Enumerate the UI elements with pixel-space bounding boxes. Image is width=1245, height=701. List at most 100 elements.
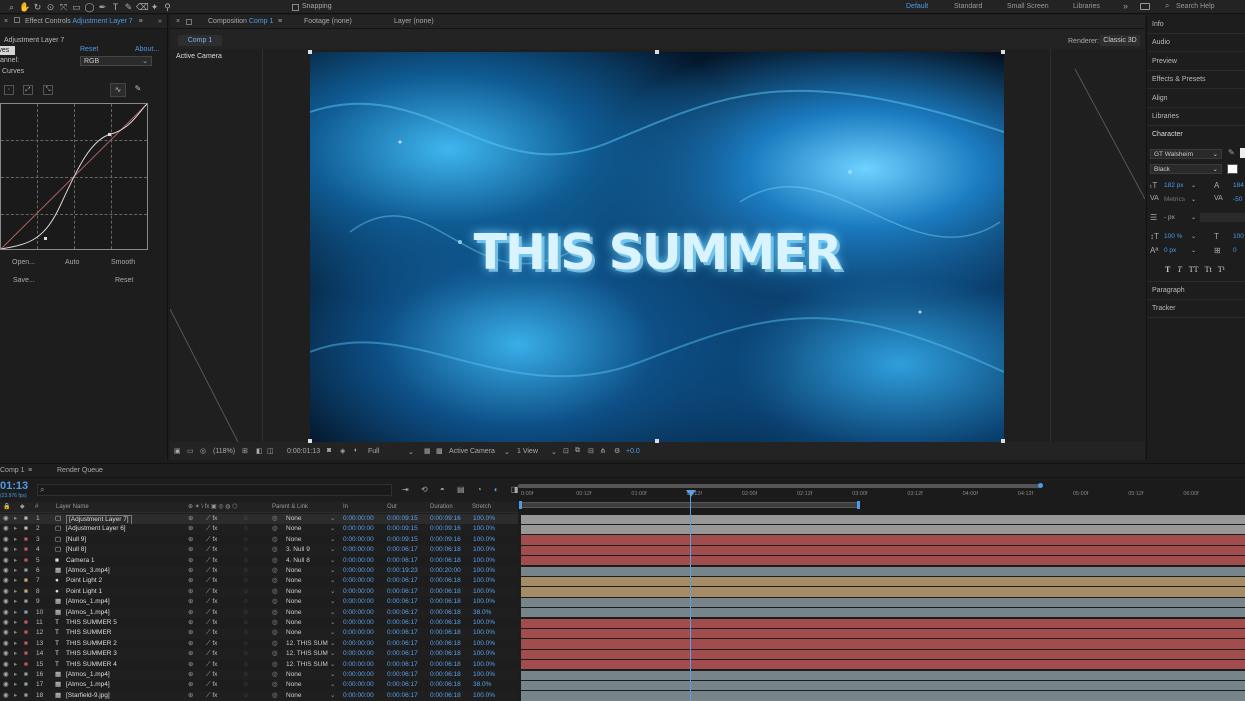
graph-editor-icon[interactable]: ◐ xyxy=(494,485,499,494)
panel-paragraph[interactable]: Paragraph xyxy=(1152,287,1185,294)
resolution-select[interactable]: Full ⌄ xyxy=(368,448,416,456)
eraser-icon[interactable]: ⌫ xyxy=(136,2,149,12)
parent-chevron-icon[interactable]: ⌄ xyxy=(330,514,335,524)
snapping-checkbox[interactable] xyxy=(292,4,299,11)
workspace-default[interactable]: Default xyxy=(906,3,928,10)
reset-exposure-icon[interactable]: ⚙ xyxy=(614,447,620,455)
expand-layer-icon[interactable]: ▸ xyxy=(14,576,17,586)
font-style-select[interactable]: Black ⌄ xyxy=(1150,164,1222,174)
effect-switches[interactable]: ⟋ fx xyxy=(206,608,217,618)
layer-in-point[interactable]: 0:00:00:00 xyxy=(343,618,374,628)
rect-icon[interactable]: ▭ xyxy=(71,2,82,12)
3d-layer-switch[interactable]: ◌ xyxy=(244,608,248,618)
parent-select[interactable]: None xyxy=(286,608,302,618)
parent-select[interactable]: None xyxy=(286,524,302,534)
layer-stretch[interactable]: 100.0% xyxy=(473,524,495,534)
layer-name[interactable]: THIS SUMMER 5 xyxy=(66,618,117,628)
view-select[interactable]: Active Camera ⌄ xyxy=(449,448,511,456)
effect-switches[interactable]: ⟋ fx xyxy=(206,649,217,659)
search-help-input[interactable]: Search Help xyxy=(1176,3,1215,10)
visibility-eye-icon[interactable]: ◉ xyxy=(3,639,9,649)
ellipse-icon[interactable]: ◯ xyxy=(84,2,95,12)
layer-out-point[interactable]: 0:00:06:17 xyxy=(387,670,418,680)
shy-switch[interactable]: ⊕ xyxy=(188,680,193,690)
parent-select[interactable]: None xyxy=(286,566,302,576)
pick-whip-icon[interactable]: ◎ xyxy=(272,556,278,566)
expand-layer-icon[interactable]: ▸ xyxy=(14,556,17,566)
tab-render-queue[interactable]: Render Queue xyxy=(57,464,103,478)
playhead-line[interactable] xyxy=(690,490,691,701)
effect-switches[interactable]: ⟋ fx xyxy=(206,628,217,638)
layer-in-point[interactable]: 0:00:00:00 xyxy=(343,639,374,649)
layer-duration[interactable]: 0:00:06:18 xyxy=(430,639,461,649)
parent-chevron-icon[interactable]: ⌄ xyxy=(330,535,335,545)
layer-out-point[interactable]: 0:00:09:15 xyxy=(387,535,418,545)
monitor-icon[interactable]: ▭ xyxy=(187,447,194,455)
composition-frame[interactable]: THIS SUMMER xyxy=(310,52,1004,442)
layout-select[interactable]: 1 View ⌄ xyxy=(517,448,559,456)
panel-tracker[interactable]: Tracker xyxy=(1152,305,1175,312)
shy-switch[interactable]: ⊕ xyxy=(188,514,193,524)
effect-switches[interactable]: ⟋ fx xyxy=(206,587,217,597)
layer-name[interactable]: THIS SUMMER 3 xyxy=(66,649,117,659)
shy-switch[interactable]: ⊕ xyxy=(188,639,193,649)
close-icon[interactable]: × xyxy=(176,15,180,29)
kerning-value[interactable]: Metrics xyxy=(1164,196,1185,203)
effect-switches[interactable]: ⟋ fx xyxy=(206,545,217,555)
effect-switches[interactable]: ⟋ fx xyxy=(206,680,217,690)
layer-row[interactable]: ◉ ▸ ■ 14 T THIS SUMMER 3 ⊕ ⟋ fx ◌ ◎ 12. THIS SUM ⌄ 0… xyxy=(0,649,518,660)
layer-label-color[interactable]: ■ xyxy=(24,691,28,701)
layer-stretch[interactable]: 100.0% xyxy=(473,691,495,701)
layer-row[interactable]: ◉ ▸ ■ 4 ▢ [Null 8] ⊕ ⟋ fx ◌ ◎ 3. Null 9 ⌄ 0:00:00:00… xyxy=(0,545,518,556)
3d-layer-switch[interactable]: ◌ xyxy=(244,524,248,534)
layer-row[interactable]: ◉ ▸ ■ 1 ▢ [Adjustment Layer 7] ⊕ ⟋ fx ◌ ◎ None ⌄ 0:0… xyxy=(0,514,518,525)
layer-out-point[interactable]: 0:00:09:15 xyxy=(387,514,418,524)
close-icon[interactable]: × xyxy=(4,18,8,25)
search-icon[interactable]: ⌕ xyxy=(6,2,17,12)
layer-label-color[interactable]: ■ xyxy=(24,597,28,607)
pick-whip-icon[interactable]: ◎ xyxy=(272,545,278,555)
renderer-select[interactable]: Classic 3D xyxy=(1100,35,1140,46)
3d-layer-switch[interactable]: ◌ xyxy=(244,535,248,545)
layer-row[interactable]: ◉ ▸ ■ 5 ■ Camera 1 ⊕ ⟋ fx ◌ ◎ 4. Null 8 ⌄ 0:00:00:00… xyxy=(0,555,518,566)
parent-select[interactable]: None xyxy=(286,680,302,690)
visibility-eye-icon[interactable]: ◉ xyxy=(3,535,9,545)
layer-row[interactable]: ◉ ▸ ■ 13 T THIS SUMMER 2 ⊕ ⟋ fx ◌ ◎ 12. THIS SUM ⌄ 0… xyxy=(0,638,518,650)
shy-switch[interactable]: ⊕ xyxy=(188,649,193,659)
parent-select[interactable]: None xyxy=(286,514,302,524)
parent-select[interactable]: 3. Null 9 xyxy=(286,545,310,555)
lock-icon[interactable] xyxy=(14,17,21,23)
grid-icon[interactable]: ⊞ xyxy=(242,447,248,455)
expand-layer-icon[interactable]: ▸ xyxy=(14,660,17,670)
faux-italic-button[interactable]: T xyxy=(1177,265,1181,274)
effect-switches[interactable]: ⟋ fx xyxy=(206,514,217,524)
shy-switch[interactable]: ⊕ xyxy=(188,618,193,628)
expand-layer-icon[interactable]: ▸ xyxy=(14,587,17,597)
font-size-value[interactable]: 182 px xyxy=(1164,182,1184,189)
layer-stretch[interactable]: 100.0% xyxy=(473,514,495,524)
layer-out-point[interactable]: 0:00:06:17 xyxy=(387,639,418,649)
parent-chevron-icon[interactable]: ⌄ xyxy=(330,649,335,659)
layer-in-point[interactable]: 0:00:00:00 xyxy=(343,545,374,555)
expand-layer-icon[interactable]: ▸ xyxy=(14,649,17,659)
curves-save-button[interactable]: Save... xyxy=(13,277,35,284)
layer-out-point[interactable]: 0:00:09:15 xyxy=(387,524,418,534)
layer-duration-bar[interactable] xyxy=(521,566,1245,576)
layer-duration-bar[interactable] xyxy=(521,587,1245,597)
effect-switches[interactable]: ⟋ fx xyxy=(206,556,217,566)
breadcrumb[interactable]: Comp 1 xyxy=(178,35,222,46)
expand-layer-icon[interactable]: ▸ xyxy=(14,670,17,680)
channel-select[interactable]: RGB ⌄ xyxy=(80,56,152,66)
zoom-handle[interactable] xyxy=(1038,483,1043,488)
color-icon[interactable]: ◐ xyxy=(354,447,358,454)
puppet-icon[interactable]: ✦ xyxy=(149,2,160,12)
layer-out-point[interactable]: 0:00:06:17 xyxy=(387,618,418,628)
layer-duration[interactable]: 0:00:06:18 xyxy=(430,670,461,680)
layer-label-color[interactable]: ■ xyxy=(24,608,28,618)
tab-comp-1[interactable]: Comp 1 xyxy=(0,464,25,478)
shy-switch[interactable]: ⊕ xyxy=(188,535,193,545)
layer-in-point[interactable]: 0:00:00:00 xyxy=(343,691,374,701)
layer-label-color[interactable]: ■ xyxy=(24,514,28,524)
playhead-marker[interactable] xyxy=(686,490,696,497)
layer-duration-bar[interactable] xyxy=(521,639,1245,649)
